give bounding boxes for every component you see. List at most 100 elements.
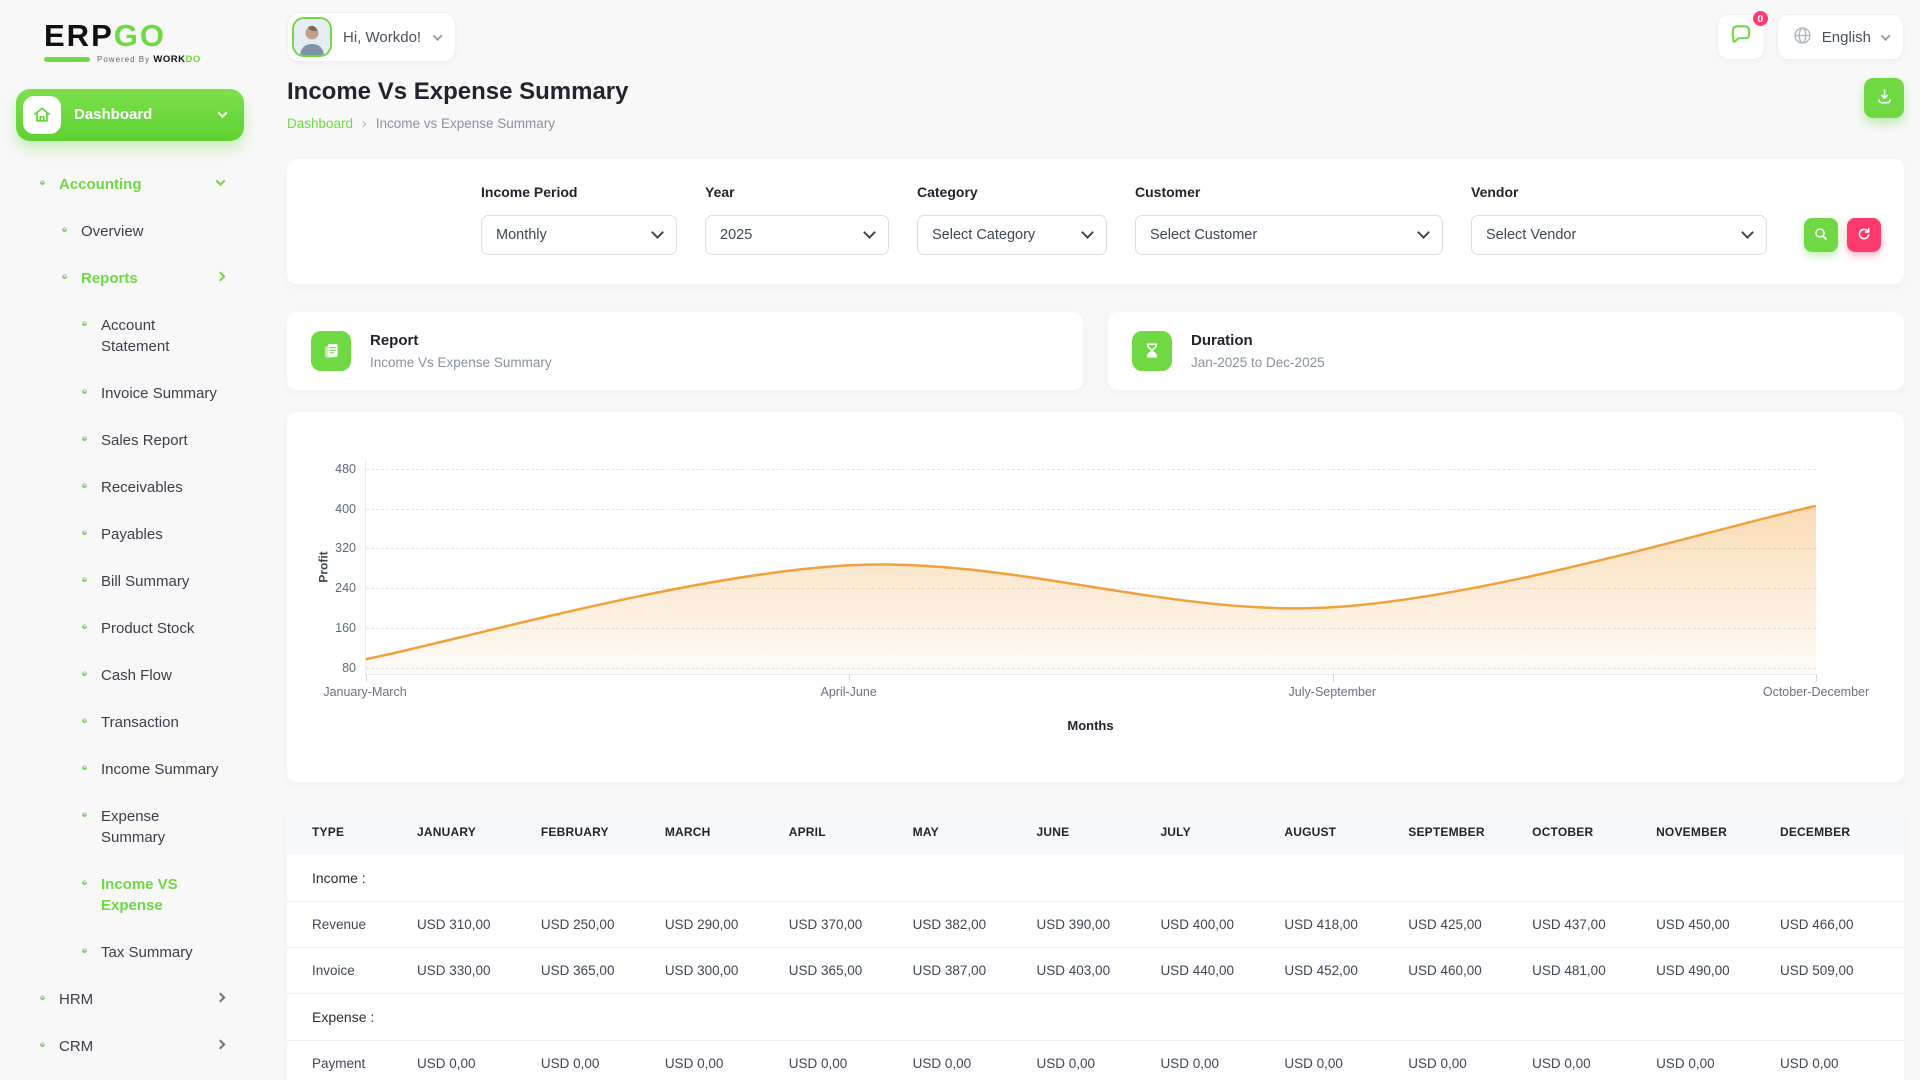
- customer-select[interactable]: Select Customer: [1135, 215, 1443, 255]
- sidebar-item-label: HRM: [59, 990, 94, 1008]
- sidebar-item-receivables[interactable]: Receivables: [0, 464, 260, 511]
- y-axis-tick-label: 320: [335, 541, 356, 556]
- sidebar-item-reports[interactable]: Reports: [0, 255, 260, 302]
- amount-cell: USD 450,00: [1656, 901, 1780, 948]
- sidebar-item-sales-report[interactable]: Sales Report: [0, 417, 260, 464]
- filter-field-category: Category Select Category: [917, 184, 1107, 255]
- sidebar-item-label: Account Statement: [101, 316, 170, 355]
- user-menu[interactable]: Hi, Workdo!: [287, 12, 457, 62]
- download-icon: [1875, 87, 1894, 109]
- sidebar-nav: Accounting Overview Reports Account Stateme…: [0, 161, 260, 1070]
- sidebar-item-label: Income Summary: [101, 760, 219, 778]
- x-axis-labels: January-March April-June July-September Oct…: [323, 685, 1869, 703]
- breadcrumb-separator: ›: [362, 115, 367, 131]
- category-select[interactable]: Select Category: [917, 215, 1107, 255]
- amount-cell: USD 330,00: [417, 947, 541, 994]
- x-axis-tick-mark: [1816, 674, 1817, 682]
- amount-cell: USD 509,00: [1779, 947, 1904, 994]
- column-header-type: TYPE: [287, 809, 417, 855]
- sidebar-item-payables[interactable]: Payables: [0, 511, 260, 558]
- duration-card-subtitle: Jan-2025 to Dec-2025: [1191, 355, 1325, 370]
- sidebar-item-income-summary[interactable]: Income Summary: [0, 746, 260, 793]
- sidebar-item-invoice-summary[interactable]: Invoice Summary: [0, 370, 260, 417]
- sidebar-item-label: Income VS Expense: [101, 875, 178, 914]
- chevron-right-icon: [215, 992, 226, 1002]
- x-axis-tick-mark: [366, 674, 367, 682]
- column-header-february: FEBRUARY: [540, 809, 665, 855]
- filter-label: Vendor: [1471, 184, 1519, 200]
- breadcrumb: Dashboard › Income vs Expense Summary: [287, 115, 628, 131]
- filter-field-year: Year 2025: [705, 184, 889, 255]
- amount-cell: USD 310,00: [417, 901, 541, 948]
- sidebar-item-label: Reports: [81, 269, 138, 287]
- amount-cell: USD 0,00: [1036, 1040, 1161, 1080]
- sidebar-item-bill-summary[interactable]: Bill Summary: [0, 558, 260, 605]
- amount-cell: USD 460,00: [1408, 947, 1533, 994]
- notification-badge: 0: [1750, 9, 1770, 28]
- reset-button[interactable]: [1847, 218, 1881, 252]
- bullet-icon: [80, 810, 89, 818]
- sidebar-item-label: Accounting: [59, 175, 142, 193]
- y-axis-title: Profit: [316, 550, 331, 583]
- sidebar-item-crm[interactable]: CRM: [0, 1023, 260, 1070]
- vendor-select[interactable]: Select Vendor: [1471, 215, 1767, 255]
- sidebar-item-hrm[interactable]: HRM: [0, 976, 260, 1023]
- sidebar-item-label: Expense Summary: [101, 807, 166, 846]
- duration-card-title: Duration: [1191, 332, 1253, 349]
- sidebar-item-accounting[interactable]: Accounting: [0, 161, 260, 208]
- amount-cell: USD 0,00: [788, 1040, 913, 1080]
- amount-cell: USD 382,00: [912, 901, 1037, 948]
- column-header-april: APRIL: [788, 809, 913, 855]
- notifications-button[interactable]: 0: [1716, 9, 1770, 60]
- bullet-icon: [80, 946, 89, 954]
- home-icon: [23, 95, 61, 134]
- x-axis-tick-label: April-June: [820, 685, 877, 699]
- amount-cell: USD 0,00: [540, 1040, 665, 1080]
- y-axis-tick-label: 80: [342, 660, 356, 675]
- sidebar-item-label: Product Stock: [101, 619, 195, 637]
- search-button[interactable]: [1804, 218, 1838, 252]
- bullet-icon: [80, 622, 89, 630]
- report-card-title: Report: [370, 332, 419, 349]
- amount-cell: USD 387,00: [912, 947, 1037, 994]
- sidebar-item-cash-flow[interactable]: Cash Flow: [0, 652, 260, 699]
- column-header-september: SEPTEMBER: [1408, 809, 1533, 855]
- y-axis-tick-label: 480: [335, 461, 356, 476]
- bullet-icon: [80, 387, 89, 395]
- sidebar-item-label: Receivables: [101, 478, 183, 496]
- sidebar-item-income-vs-expense[interactable]: Income VS Expense: [0, 861, 260, 929]
- bullet-icon: [80, 575, 89, 583]
- sidebar-item-product-stock[interactable]: Product Stock: [0, 605, 260, 652]
- amount-cell: USD 481,00: [1532, 947, 1657, 994]
- report-card: Report Income Vs Expense Summary: [287, 312, 1083, 390]
- sidebar-item-overview[interactable]: Overview: [0, 208, 260, 255]
- dashboard-label: Dashboard: [74, 106, 153, 123]
- sidebar-item-tax-summary[interactable]: Tax Summary: [0, 929, 260, 976]
- table-row-payment: Payment USD 0,00 USD 0,00 USD 0,00 USD 0,00 U…: [287, 1040, 1904, 1080]
- amount-cell: USD 0,00: [1408, 1040, 1533, 1080]
- breadcrumb-dashboard-link[interactable]: Dashboard: [287, 116, 353, 131]
- sidebar-item-transaction[interactable]: Transaction: [0, 699, 260, 746]
- greeting-text: Hi, Workdo!: [343, 28, 422, 46]
- bullet-icon: [80, 481, 89, 489]
- x-axis-tick-mark: [849, 674, 851, 682]
- year-select[interactable]: 2025: [705, 215, 889, 255]
- sidebar-item-expense-summary[interactable]: Expense Summary: [0, 793, 260, 861]
- sidebar-item-label: Invoice Summary: [101, 384, 217, 402]
- amount-cell: USD 452,00: [1284, 947, 1409, 994]
- column-header-october: OCTOBER: [1532, 809, 1657, 855]
- language-selector[interactable]: English: [1776, 14, 1904, 60]
- sidebar-item-dashboard[interactable]: Dashboard: [16, 88, 244, 141]
- x-axis-tick-label: July-September: [1288, 685, 1377, 699]
- amount-cell: USD 0,00: [1779, 1040, 1904, 1080]
- duration-card: Duration Jan-2025 to Dec-2025: [1108, 312, 1904, 390]
- amount-cell: USD 490,00: [1656, 947, 1780, 994]
- app-logo: ERPGO Powered By WORKDO: [0, 0, 260, 65]
- column-header-november: NOVEMBER: [1656, 809, 1780, 855]
- chat-bubble-icon: [1728, 22, 1754, 53]
- sidebar-item-account-statement[interactable]: Account Statement: [0, 302, 260, 370]
- income-period-select[interactable]: Monthly: [481, 215, 677, 255]
- download-button[interactable]: [1864, 78, 1904, 118]
- report-card-subtitle: Income Vs Expense Summary: [370, 355, 552, 370]
- document-icon: [311, 331, 351, 371]
